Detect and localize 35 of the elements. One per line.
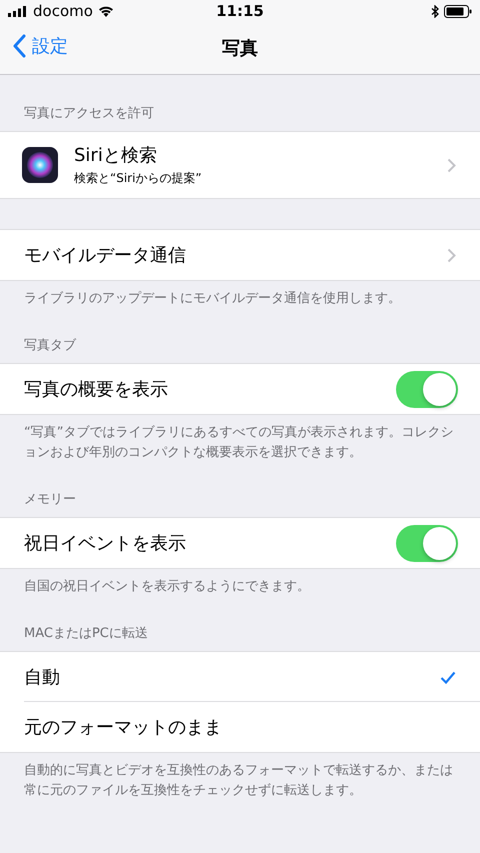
chevron-icon xyxy=(447,158,456,172)
section-header: メモリー xyxy=(24,492,76,507)
back-chevron-icon xyxy=(12,34,26,58)
settings-row[interactable]: モバイルデータ通信 xyxy=(0,230,480,280)
clock-time: 11:15 xyxy=(216,2,264,20)
settings-row[interactable]: 写真の概要を表示 xyxy=(0,364,480,414)
section-header: 写真タブ xyxy=(24,338,76,353)
row-title: Siriと検索 xyxy=(74,144,158,167)
carrier-name: docomo xyxy=(33,2,93,20)
section-header: 写真にアクセスを許可 xyxy=(24,106,154,121)
settings-row[interactable]: 祝日イベントを表示 xyxy=(0,518,480,568)
option-row[interactable]: 元のフォーマットのまま xyxy=(0,702,480,752)
section-header: MACまたはPCに転送 xyxy=(24,626,148,641)
page-title: 写真 xyxy=(222,37,258,60)
chevron-icon xyxy=(447,248,456,262)
wifi-icon xyxy=(98,5,114,17)
battery-icon xyxy=(444,4,472,18)
row-title: 写真の概要を表示 xyxy=(24,378,169,401)
siri-orb-icon xyxy=(22,147,58,183)
toggle-switch[interactable] xyxy=(396,370,458,408)
back-button[interactable]: 設定 xyxy=(12,34,68,58)
row-subtitle: 検索と“Siriからの提案” xyxy=(74,170,203,187)
bluetooth-icon xyxy=(431,4,439,18)
signal-icon xyxy=(8,6,28,16)
row-title: モバイルデータ通信 xyxy=(24,244,187,267)
section-footer: ライブラリのアップデートにモバイルデータ通信を使用します。 xyxy=(24,291,401,306)
row-title: 自動 xyxy=(24,666,61,689)
settings-row[interactable]: Siriと検索 検索と“Siriからの提案” xyxy=(0,132,480,198)
option-row[interactable]: 自動 xyxy=(0,652,480,702)
row-title: 祝日イベントを表示 xyxy=(24,532,187,555)
row-title: 元のフォーマットのまま xyxy=(24,716,223,739)
toggle-switch[interactable] xyxy=(396,524,458,562)
section-footer: “写真”タブではライブラリにあるすべての写真が表示されます。コレクションおよび年別のコンパクトな概要表示を選択できます。 xyxy=(24,425,454,460)
section-footer: 自国の祝日イベントを表示するようにできます。 xyxy=(24,579,310,594)
section-footer: 自動的に写真とビデオを互換性のあるフォーマットで転送するか、または常に元のファイルを互換性をチェックせずに転送します。 xyxy=(24,763,453,798)
